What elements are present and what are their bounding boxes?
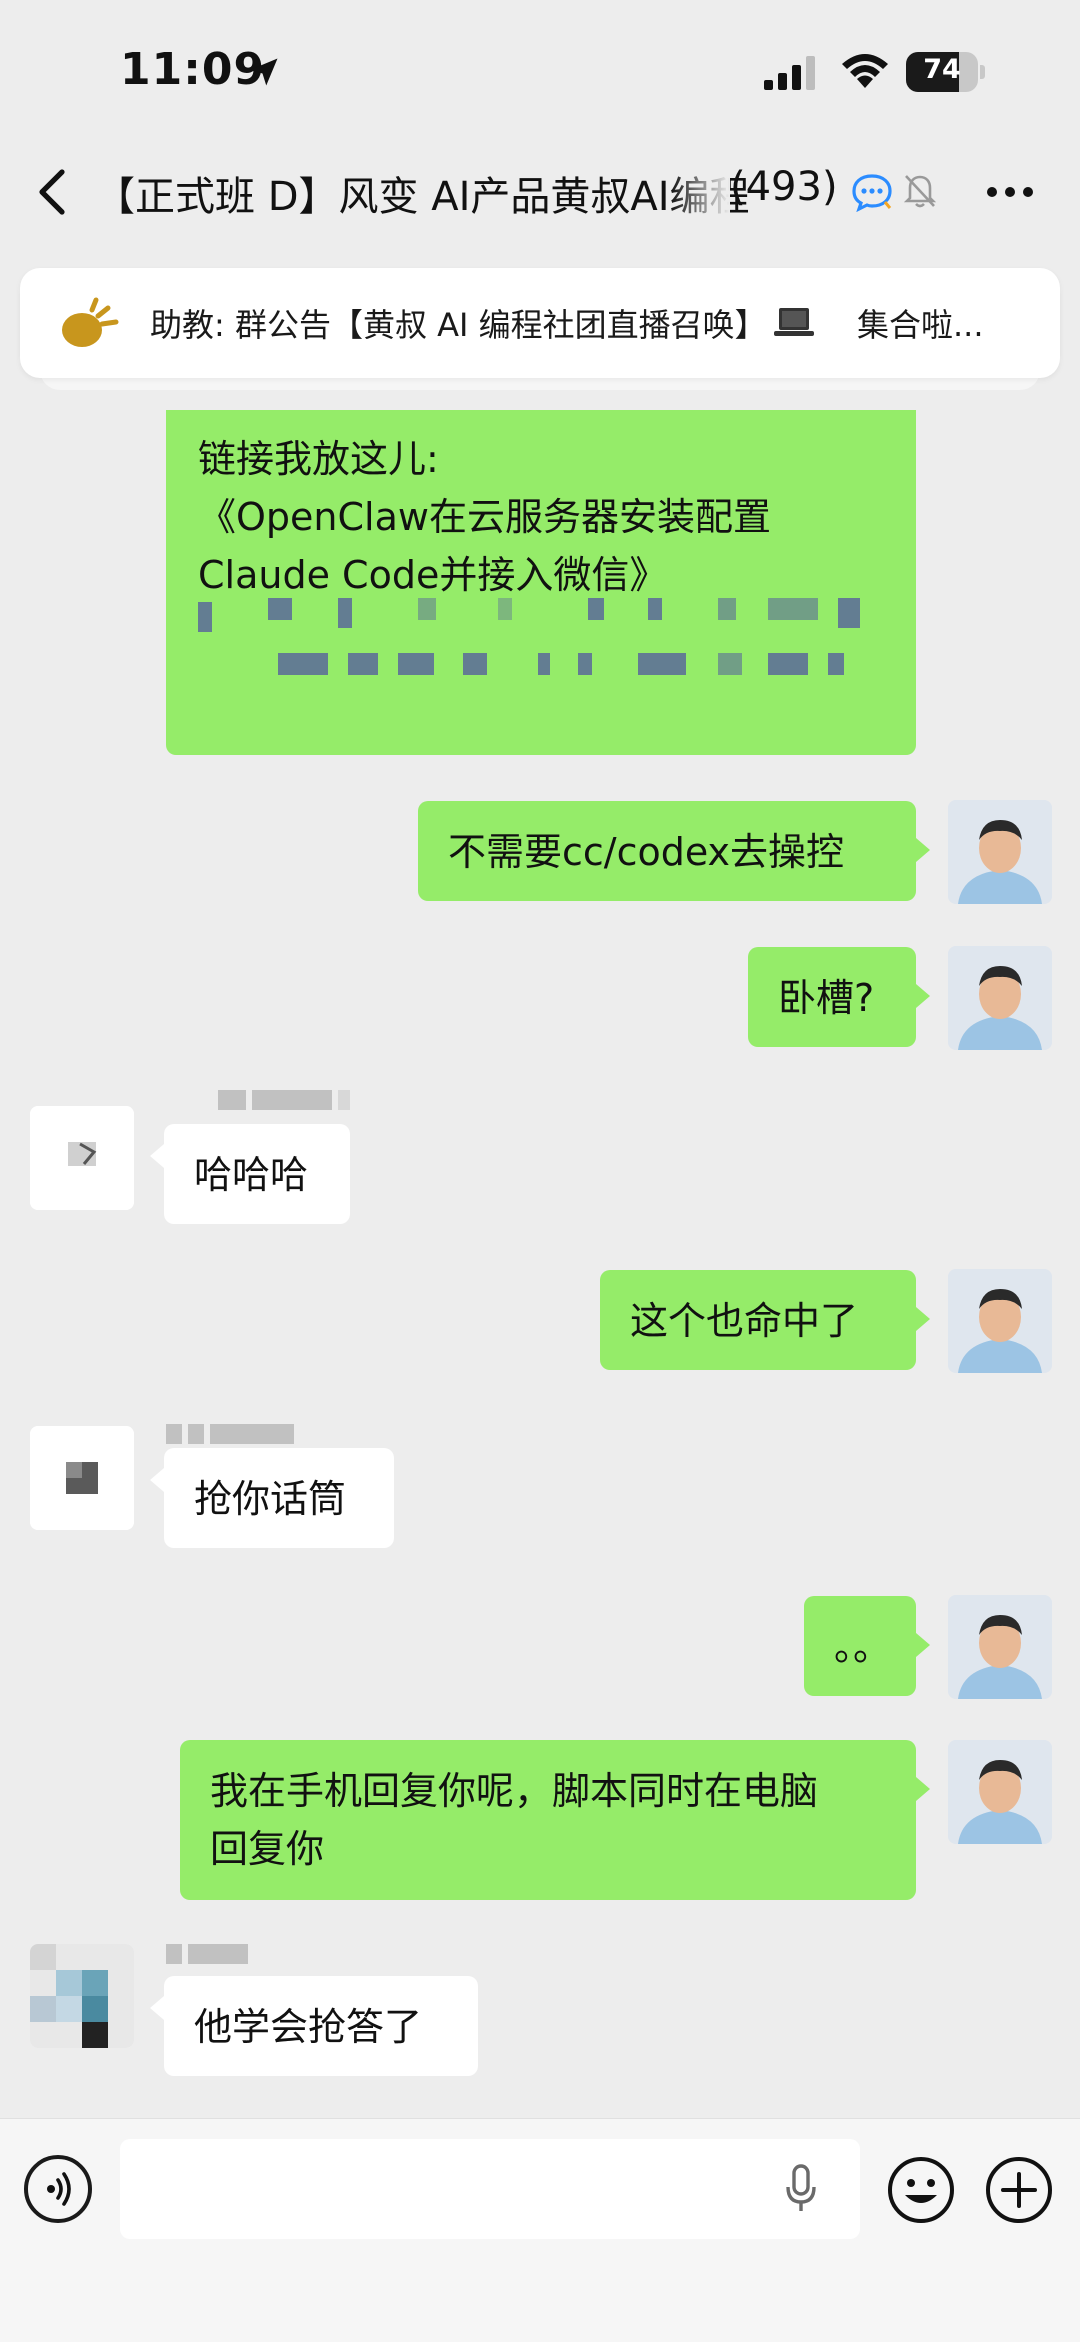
sender-name-redacted — [218, 1090, 350, 1116]
more-dots-icon[interactable] — [982, 172, 1038, 212]
emoji-icon[interactable] — [886, 2155, 956, 2225]
plus-icon[interactable] — [984, 2155, 1054, 2225]
redacted-link — [198, 653, 878, 681]
redacted-link — [198, 598, 878, 632]
group-announcement[interactable]: 助教: 群公告【黄叔 AI 编程社团直播召唤】 集合啦... — [20, 268, 1060, 378]
sender-name-redacted — [166, 1944, 248, 1970]
avatar[interactable] — [30, 1106, 134, 1210]
member-count: (493) — [730, 164, 838, 210]
voice-icon — [47, 2172, 71, 2206]
message-bubble-link[interactable]: 链接我放这儿: 《OpenClaw在云服务器安装配置 Claude Code并接… — [166, 410, 916, 755]
avatar[interactable] — [948, 1269, 1052, 1373]
message-bubble[interactable]: 他学会抢答了 — [164, 1976, 478, 2076]
message-text: 他学会抢答了 — [194, 2005, 423, 2049]
laptop-icon — [773, 308, 814, 336]
avatar-image — [30, 1426, 134, 1530]
avatar-image — [948, 1740, 1052, 1844]
mic-icon[interactable] — [784, 2163, 818, 2215]
announcement-prefix: 助教: 群公告【黄叔 AI 编程社团直播召唤】 — [150, 306, 767, 344]
avatar[interactable] — [948, 1595, 1052, 1699]
avatar[interactable] — [948, 1740, 1052, 1844]
back-chevron-icon[interactable] — [34, 168, 74, 216]
avatar[interactable] — [30, 1426, 134, 1530]
message-text: 不需要cc/codex去操控 — [448, 830, 845, 874]
message-line: 回复你 — [210, 1827, 325, 1871]
battery-text: 74 — [923, 54, 961, 85]
avatar-image — [948, 946, 1052, 1050]
avatar-image — [948, 1269, 1052, 1373]
wifi-icon — [842, 54, 888, 88]
announcement-suffix: 集合啦... — [856, 306, 984, 344]
battery-indicator: 74 — [906, 52, 985, 92]
announcement-text: 助教: 群公告【黄叔 AI 编程社团直播召唤】 集合啦... — [150, 300, 984, 346]
message-bubble[interactable]: 抢你话筒 — [164, 1448, 394, 1548]
avatar[interactable] — [948, 946, 1052, 1050]
avatar-image — [30, 1106, 134, 1210]
message-line: 《OpenClaw在云服务器安装配置 — [198, 495, 771, 539]
message-bubble[interactable]: 不需要cc/codex去操控 — [418, 801, 916, 901]
message-input[interactable] — [120, 2139, 860, 2239]
chat-ai-icon[interactable] — [850, 172, 894, 212]
message-text: 哈哈哈 — [194, 1153, 309, 1197]
message-text: 这个也命中了 — [630, 1299, 859, 1343]
message-text: 抢你话筒 — [194, 1477, 347, 1521]
message-line: 链接我放这儿: — [198, 437, 439, 481]
message-text: 卧槽? — [778, 976, 875, 1020]
avatar-image — [948, 1595, 1052, 1699]
message-line: 我在手机回复你呢，脚本同时在电脑 — [210, 1769, 819, 1813]
message-text: 。。 — [834, 1625, 892, 1669]
message-list[interactable]: 链接我放这儿: 《OpenClaw在云服务器安装配置 Claude Code并接… — [0, 410, 1080, 2110]
chat-header: 【正式班 D】风变 AI产品黄叔AI编程 (493) — [0, 150, 1080, 230]
message-bubble[interactable]: 。。 — [804, 1596, 916, 1696]
status-time: 11:09 — [120, 44, 266, 95]
mute-bell-icon — [903, 175, 937, 208]
message-line: Claude Code并接入微信》 — [198, 553, 668, 597]
location-arrow-icon — [250, 58, 278, 86]
horn-icon — [62, 297, 119, 347]
avatar[interactable] — [30, 1944, 134, 2048]
avatar-image — [30, 1944, 134, 2048]
voice-button[interactable] — [24, 2155, 92, 2223]
sender-name-redacted — [166, 1424, 294, 1450]
message-bubble[interactable]: 卧槽? — [748, 947, 916, 1047]
status-bar: 11:09 74 — [0, 0, 1080, 140]
message-bubble[interactable]: 哈哈哈 — [164, 1124, 350, 1224]
cellular-signal-icon — [764, 56, 815, 90]
avatar-image — [948, 800, 1052, 904]
message-bubble[interactable]: 我在手机回复你呢，脚本同时在电脑 回复你 — [180, 1740, 916, 1900]
message-bubble[interactable]: 这个也命中了 — [600, 1270, 916, 1370]
input-bar — [0, 2118, 1080, 2342]
avatar[interactable] — [948, 800, 1052, 904]
